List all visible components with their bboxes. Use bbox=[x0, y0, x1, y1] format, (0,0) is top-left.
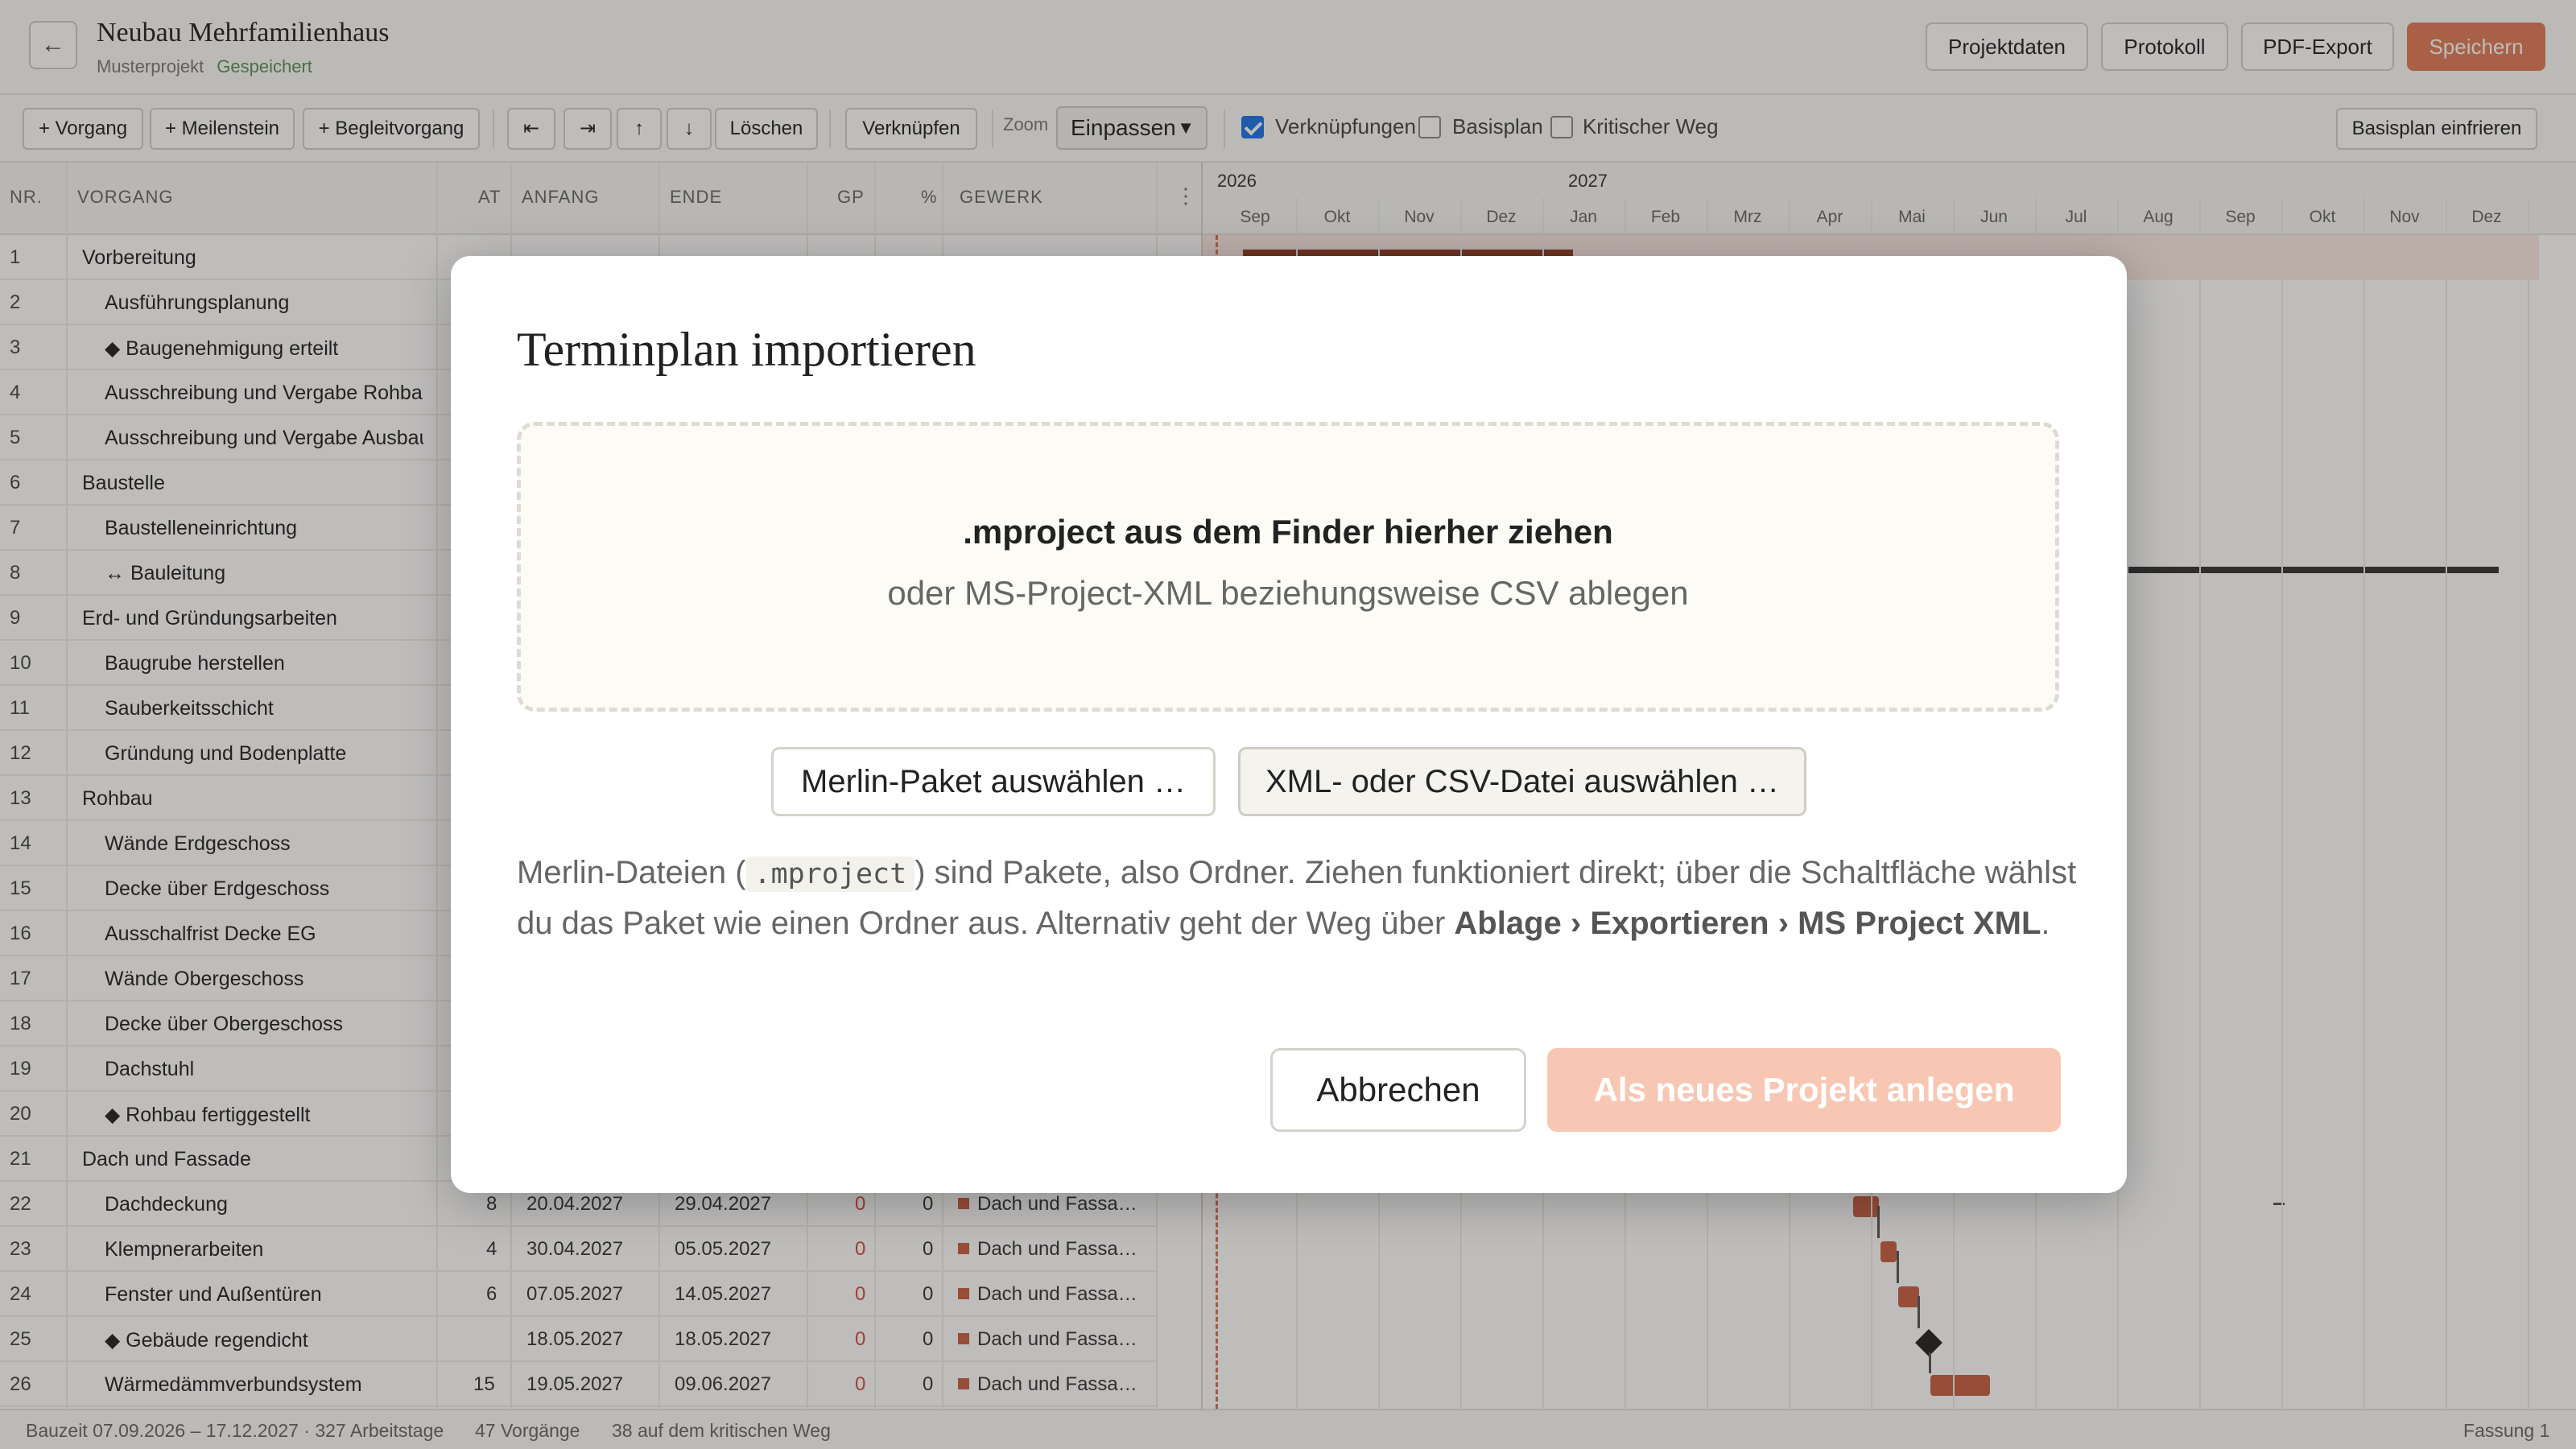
help-text-part: Merlin-Dateien ( bbox=[517, 855, 746, 890]
help-text: Merlin-Dateien (.mproject) sind Pakete, … bbox=[517, 848, 2079, 948]
merlin-file-button[interactable]: Merlin-Paket auswählen … bbox=[771, 747, 1216, 816]
help-text-part: . bbox=[2041, 906, 2050, 941]
dialog-title: Terminplan importieren bbox=[517, 323, 976, 376]
dropzone-sub-text: oder MS-Project-XML beziehungsweise CSV … bbox=[887, 574, 1689, 612]
dropzone-main-text: .mproject aus dem Finder hierher ziehen bbox=[963, 513, 1613, 551]
help-menu-path: Ablage › Exportieren › MS Project XML bbox=[1454, 906, 2041, 941]
create-project-button[interactable]: Als neues Projekt anlegen bbox=[1547, 1048, 2061, 1132]
cancel-button[interactable]: Abbrechen bbox=[1270, 1048, 1526, 1132]
help-code: .mproject bbox=[745, 857, 915, 892]
xml-csv-file-button[interactable]: XML- oder CSV-Datei auswählen … bbox=[1238, 747, 1806, 816]
import-dialog: Terminplan importieren .mproject aus dem… bbox=[451, 256, 2127, 1193]
file-dropzone[interactable]: .mproject aus dem Finder hierher ziehen … bbox=[517, 422, 2059, 712]
